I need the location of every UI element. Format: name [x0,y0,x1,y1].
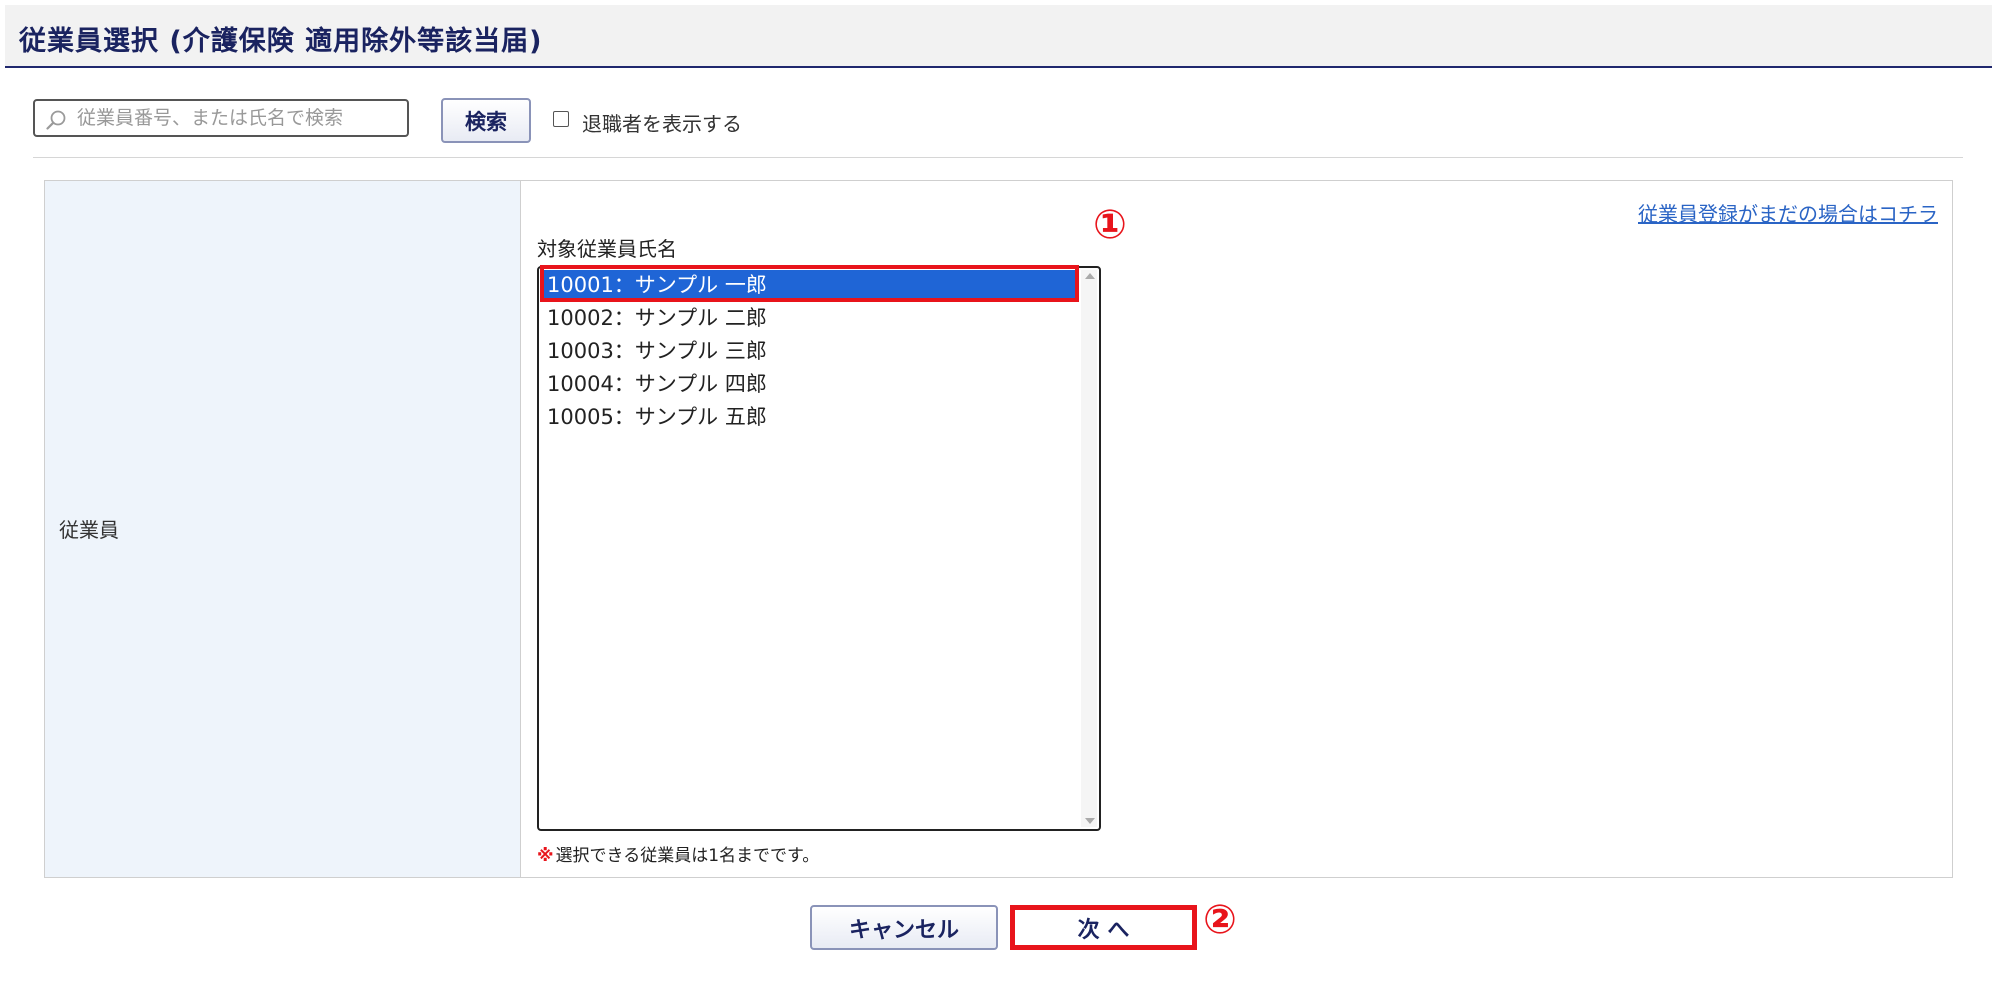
employee-row-label: 従業員 [59,518,119,542]
register-employee-link[interactable]: 従業員登録がまだの場合はコチラ [1638,198,1938,227]
cancel-button[interactable]: キャンセル [810,905,998,950]
list-item[interactable]: 10001：サンプル 一郎 [543,270,1077,301]
employee-form-table: 従業員 従業員登録がまだの場合はコチラ 対象従業員氏名 10001：サンプル 一… [44,180,1953,878]
page: 従業員選択 (介護保険 適用除外等該当届) 検索 退職者を表示する 従業員 従業… [0,0,1997,987]
search-input[interactable] [77,105,397,131]
page-title: 従業員選択 (介護保険 適用除外等該当届) [19,26,543,57]
employee-listbox[interactable]: 10001：サンプル 一郎 10002：サンプル 二郎 10003：サンプル 三… [537,266,1101,831]
search-box[interactable] [33,99,409,137]
next-button[interactable]: 次 へ [1010,905,1197,950]
search-button[interactable]: 検索 [441,98,531,143]
scroll-up-arrow-icon[interactable] [1085,273,1095,279]
list-item[interactable]: 10005：サンプル 五郎 [543,402,1077,433]
scroll-down-arrow-icon[interactable] [1085,818,1095,824]
annotation-marker-2: ② [1203,897,1237,943]
divider [33,157,1963,158]
note-mark: ※ [537,846,554,866]
employee-label-cell: 従業員 [45,181,521,877]
list-item[interactable]: 10003：サンプル 三郎 [543,336,1077,367]
selection-note: ※ 選択できる従業員は1名までです。 [537,841,819,866]
list-item[interactable]: 10002：サンプル 二郎 [543,303,1077,334]
show-retired-checkbox[interactable] [553,111,569,127]
show-retired-label: 退職者を表示する [582,112,742,136]
list-item[interactable]: 10004：サンプル 四郎 [543,369,1077,400]
listbox-scrollbar[interactable] [1081,270,1097,827]
employee-list-label: 対象従業員氏名 [537,237,677,261]
note-text: 選択できる従業員は1名までです。 [555,846,820,866]
annotation-marker-1: ① [1093,202,1127,248]
search-icon [46,110,66,130]
page-header: 従業員選択 (介護保険 適用除外等該当届) [5,5,1992,68]
